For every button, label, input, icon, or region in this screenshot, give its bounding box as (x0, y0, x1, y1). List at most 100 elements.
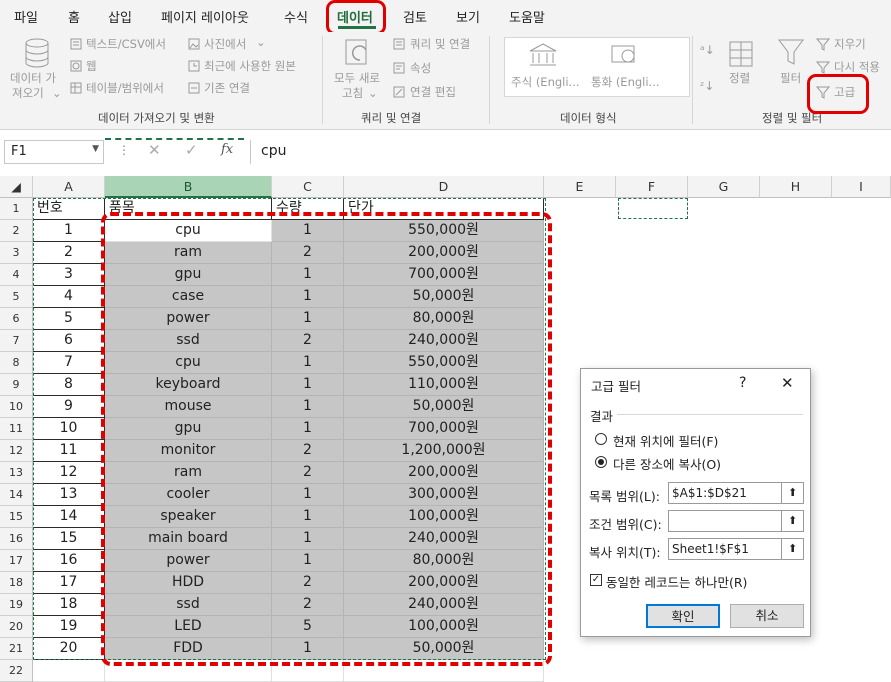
header-cell-qty[interactable]: 수량 (272, 198, 344, 220)
row-header[interactable]: 7 (0, 330, 33, 352)
chevron-down-icon[interactable]: ▼ (92, 144, 99, 154)
price-cell[interactable]: 50,000원 (344, 638, 544, 660)
row-header[interactable]: 14 (0, 484, 33, 506)
from-picture-button[interactable]: 사진에서 (204, 38, 246, 51)
tab-formulas[interactable]: 수식 (284, 7, 308, 26)
empty-cell[interactable] (33, 660, 105, 682)
existing-connections-button[interactable]: 기존 연결 (204, 82, 250, 95)
qty-cell[interactable]: 2 (272, 242, 344, 264)
number-cell[interactable]: 5 (33, 308, 105, 330)
price-cell[interactable]: 300,000원 (344, 484, 544, 506)
collapse-dialog-icon[interactable]: ⬆ (781, 483, 803, 503)
col-header-b[interactable]: B (105, 176, 272, 198)
unique-records-checkbox[interactable]: ✓ (590, 574, 602, 586)
qty-cell[interactable]: 2 (272, 330, 344, 352)
item-cell[interactable]: gpu (105, 418, 272, 440)
tab-review[interactable]: 검토 (403, 7, 427, 26)
number-cell[interactable]: 18 (33, 594, 105, 616)
qty-cell[interactable]: 1 (272, 638, 344, 660)
qty-cell[interactable]: 1 (272, 506, 344, 528)
item-cell[interactable]: HDD (105, 572, 272, 594)
qty-cell[interactable]: 1 (272, 352, 344, 374)
active-cell[interactable]: cpu (105, 220, 272, 242)
header-cell-item[interactable]: 품목 (105, 198, 272, 220)
price-cell[interactable]: 50,000원 (344, 396, 544, 418)
row-header[interactable]: 1 (0, 198, 33, 220)
cancel-icon[interactable]: ✕ (148, 141, 161, 159)
item-cell[interactable]: keyboard (105, 374, 272, 396)
number-cell[interactable]: 20 (33, 638, 105, 660)
ok-button[interactable]: 확인 (646, 604, 720, 628)
price-cell[interactable]: 80,000원 (344, 308, 544, 330)
item-cell[interactable]: power (105, 308, 272, 330)
col-header-e[interactable]: E (544, 176, 616, 198)
price-cell[interactable]: 200,000원 (344, 242, 544, 264)
select-all-corner[interactable]: ◢ (0, 176, 33, 198)
number-cell[interactable]: 16 (33, 550, 105, 572)
header-cell-price[interactable]: 단가 (344, 198, 544, 220)
qty-cell[interactable]: 1 (272, 308, 344, 330)
tab-home[interactable]: 홈 (68, 7, 80, 26)
col-header-d[interactable]: D (344, 176, 544, 198)
item-cell[interactable]: main board (105, 528, 272, 550)
item-cell[interactable]: cooler (105, 484, 272, 506)
qty-cell[interactable]: 2 (272, 462, 344, 484)
row-header[interactable]: 3 (0, 242, 33, 264)
number-cell[interactable]: 10 (33, 418, 105, 440)
price-cell[interactable]: 700,000원 (344, 418, 544, 440)
price-cell[interactable]: 700,000원 (344, 264, 544, 286)
qty-cell[interactable]: 5 (272, 616, 344, 638)
insert-function-icon[interactable]: fx (221, 142, 233, 157)
cancel-button[interactable]: 취소 (730, 604, 804, 628)
price-cell[interactable]: 240,000원 (344, 528, 544, 550)
price-cell[interactable]: 200,000원 (344, 572, 544, 594)
sort-descending-icon[interactable]: ᶻ↓ (700, 80, 714, 93)
recent-sources-button[interactable]: 최근에 사용한 원본 (204, 60, 296, 73)
row-header[interactable]: 20 (0, 616, 33, 638)
number-cell[interactable]: 7 (33, 352, 105, 374)
criteria-range-input[interactable]: ⬆ (668, 510, 804, 532)
item-cell[interactable]: ssd (105, 594, 272, 616)
tab-insert[interactable]: 삽입 (108, 7, 132, 26)
number-cell[interactable]: 14 (33, 506, 105, 528)
number-cell[interactable]: 9 (33, 396, 105, 418)
qty-cell[interactable]: 2 (272, 572, 344, 594)
row-header[interactable]: 16 (0, 528, 33, 550)
empty-cell[interactable] (344, 660, 544, 682)
table-range-button[interactable]: 테이블/범위에서 (86, 82, 164, 95)
copy-to-input[interactable]: Sheet1!$F$1 ⬆ (668, 538, 804, 560)
number-cell[interactable]: 4 (33, 286, 105, 308)
empty-cell[interactable] (272, 660, 344, 682)
help-icon[interactable]: ? (739, 375, 746, 391)
number-cell[interactable]: 11 (33, 440, 105, 462)
row-header[interactable]: 10 (0, 396, 33, 418)
col-header-g[interactable]: G (688, 176, 760, 198)
header-cell-number[interactable]: 번호 (33, 198, 105, 220)
row-header[interactable]: 4 (0, 264, 33, 286)
row-header[interactable]: 13 (0, 462, 33, 484)
item-cell[interactable]: ram (105, 462, 272, 484)
tab-page-layout[interactable]: 페이지 레이아웃 (161, 7, 249, 26)
number-cell[interactable]: 17 (33, 572, 105, 594)
qty-cell[interactable]: 1 (272, 418, 344, 440)
item-cell[interactable]: cpu (105, 352, 272, 374)
row-header[interactable]: 17 (0, 550, 33, 572)
copy-to-location-label[interactable]: 다른 장소에 복사(O) (613, 454, 721, 473)
item-cell[interactable]: ssd (105, 330, 272, 352)
qty-cell[interactable]: 1 (272, 396, 344, 418)
price-cell[interactable]: 1,200,000원 (344, 440, 544, 462)
enter-check-icon[interactable]: ✓ (185, 141, 198, 159)
price-cell[interactable]: 100,000원 (344, 616, 544, 638)
qty-cell[interactable]: 1 (272, 220, 344, 242)
number-cell[interactable]: 13 (33, 484, 105, 506)
col-header-f[interactable]: F (616, 176, 688, 198)
unique-records-label[interactable]: 동일한 레코드는 하나만(R) (606, 572, 747, 591)
row-header[interactable]: 6 (0, 308, 33, 330)
item-cell[interactable]: monitor (105, 440, 272, 462)
price-cell[interactable]: 240,000원 (344, 330, 544, 352)
price-cell[interactable]: 50,000원 (344, 286, 544, 308)
number-cell[interactable]: 2 (33, 242, 105, 264)
item-cell[interactable]: power (105, 550, 272, 572)
empty-cell[interactable] (105, 660, 272, 682)
row-header[interactable]: 19 (0, 594, 33, 616)
